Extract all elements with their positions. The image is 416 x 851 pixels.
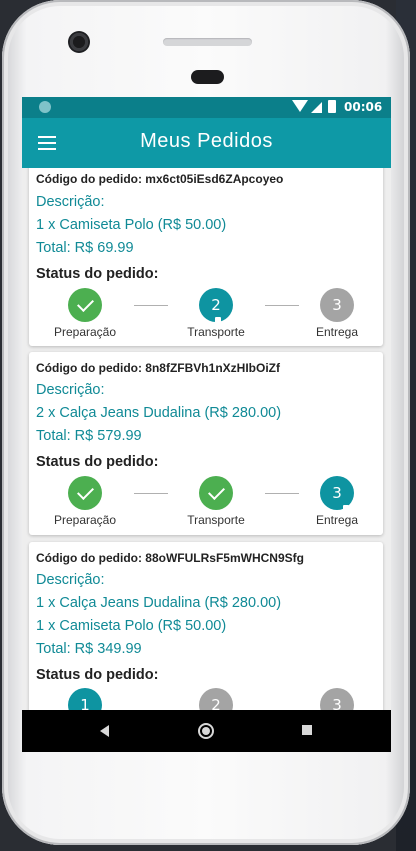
status-bar: 00:06 (22, 97, 391, 118)
recent-apps-icon[interactable] (302, 725, 312, 735)
order-code: Código do pedido: mx6ct05iEsd6ZApcoyeo (36, 172, 284, 186)
page-title: Meus Pedidos (140, 130, 273, 152)
step-preparacao[interactable]: 1 (45, 688, 125, 710)
step-label: Transporte (187, 325, 245, 339)
earpiece (191, 70, 224, 84)
step-number-badge: 3 (320, 288, 354, 322)
battery-icon (328, 100, 336, 113)
step-entrega[interactable]: 3 (297, 688, 377, 710)
order-code: Código do pedido: 88oWFULRsF5mWHCN9Sfg (36, 551, 304, 565)
orders-list[interactable]: Código do pedido: mx6ct05iEsd6ZApcoyeo D… (22, 168, 391, 710)
order-total: Total: R$ 579.99 (36, 428, 142, 444)
step-preparacao[interactable]: Preparação (45, 288, 125, 339)
step-transporte[interactable]: Transporte (176, 476, 256, 527)
front-camera (68, 31, 90, 53)
back-icon[interactable] (100, 725, 109, 737)
step-transporte[interactable]: 2 Transporte (176, 288, 256, 339)
status-label: Status do pedido: (36, 454, 159, 470)
step-label: Preparação (53, 513, 117, 527)
step-preparacao[interactable]: Preparação (45, 476, 125, 527)
order-card[interactable]: Código do pedido: 88oWFULRsF5mWHCN9Sfg D… (29, 542, 383, 710)
step-number-badge: 1 (68, 688, 102, 710)
check-icon (68, 288, 102, 322)
description-label: Descrição: (36, 572, 105, 588)
signal-icon (311, 102, 322, 113)
step-label: Preparação (53, 325, 117, 339)
step-label: Entrega (315, 325, 359, 339)
step-connector (265, 305, 299, 306)
order-item: 1 x Calça Jeans Dudalina (R$ 280.00) (36, 595, 282, 611)
step-number-badge: 3 (320, 688, 354, 710)
step-number-badge: 2 (199, 688, 233, 710)
wifi-icon (292, 100, 308, 112)
app-bar: Meus Pedidos (22, 118, 391, 168)
order-item: 1 x Camiseta Polo (R$ 50.00) (36, 618, 227, 634)
phone-frame: 00:06 Meus Pedidos Código do pedido: mx6… (2, 0, 410, 845)
check-icon (68, 476, 102, 510)
step-number-badge: 2 (199, 288, 233, 323)
notification-dot-icon (39, 101, 51, 113)
status-label: Status do pedido: (36, 266, 159, 282)
description-label: Descrição: (36, 194, 105, 210)
order-card[interactable]: Código do pedido: mx6ct05iEsd6ZApcoyeo D… (29, 168, 383, 346)
home-icon[interactable] (198, 723, 214, 739)
app-screen: 00:06 Meus Pedidos Código do pedido: mx6… (22, 97, 391, 752)
step-connector (134, 493, 168, 494)
system-nav-bar (22, 710, 391, 752)
step-number-badge: 3 (320, 476, 354, 511)
description-label: Descrição: (36, 382, 105, 398)
step-entrega[interactable]: 3 Entrega (297, 288, 377, 339)
order-total: Total: R$ 349.99 (36, 641, 142, 657)
status-time: 00:06 (344, 100, 383, 114)
order-item: 1 x Camiseta Polo (R$ 50.00) (36, 217, 227, 233)
order-code: Código do pedido: 8n8fZFBVh1nXzHIbOiZf (36, 361, 280, 375)
speaker-grille (163, 38, 252, 46)
step-connector (265, 493, 299, 494)
step-transporte[interactable]: 2 (176, 688, 256, 710)
step-label: Transporte (187, 513, 245, 527)
check-icon (199, 476, 233, 510)
status-label: Status do pedido: (36, 667, 159, 683)
order-item: 2 x Calça Jeans Dudalina (R$ 280.00) (36, 405, 282, 421)
order-card[interactable]: Código do pedido: 8n8fZFBVh1nXzHIbOiZf D… (29, 352, 383, 535)
step-connector (134, 305, 168, 306)
step-entrega[interactable]: 3 Entrega (297, 476, 377, 527)
order-total: Total: R$ 69.99 (36, 240, 134, 256)
step-label: Entrega (315, 513, 359, 527)
